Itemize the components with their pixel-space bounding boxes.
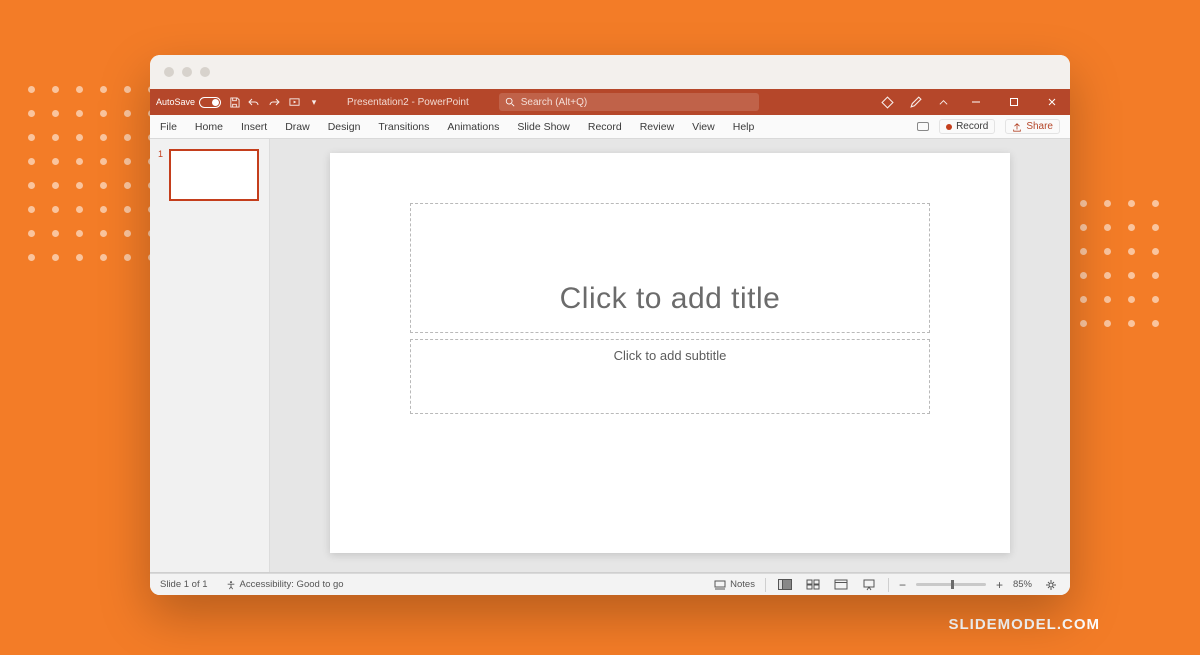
pen-icon[interactable] — [908, 95, 922, 109]
ribbon-options-icon[interactable] — [936, 95, 950, 109]
maximize-button[interactable] — [1002, 97, 1026, 107]
accessibility-icon — [226, 580, 236, 590]
tab-record[interactable]: Record — [588, 121, 622, 133]
zoom-out-button[interactable]: − — [899, 578, 906, 592]
slideshow-view-button[interactable] — [860, 578, 878, 592]
fit-to-window-button[interactable] — [1042, 578, 1060, 592]
title-placeholder[interactable]: Click to add title — [410, 203, 930, 333]
thumbnail-preview — [169, 149, 259, 201]
autosave-toggle[interactable]: AutoSave — [156, 97, 221, 108]
browser-frame: AutoSave ▾ Presentation2 - PowerPoint Se… — [150, 55, 1070, 595]
tab-file[interactable]: File — [160, 121, 177, 133]
share-icon — [1012, 122, 1022, 132]
tab-design[interactable]: Design — [328, 121, 361, 133]
tab-transitions[interactable]: Transitions — [378, 121, 429, 133]
notes-button[interactable]: Notes — [714, 579, 755, 590]
tab-slide-show[interactable]: Slide Show — [517, 121, 570, 133]
zoom-slider-thumb — [951, 580, 954, 589]
brand-watermark: SLIDEMODEL.COM — [949, 616, 1101, 633]
slide-sorter-button[interactable] — [804, 578, 822, 592]
record-label: Record — [956, 121, 988, 132]
toggle-icon — [199, 97, 221, 108]
powerpoint-app: AutoSave ▾ Presentation2 - PowerPoint Se… — [150, 89, 1070, 595]
slide-thumbnail-panel: 1 — [150, 139, 270, 572]
slide-counter: Slide 1 of 1 — [160, 579, 208, 590]
tab-help[interactable]: Help — [733, 121, 755, 133]
ribbon-tabs: File Home Insert Draw Design Transitions… — [150, 115, 1070, 139]
subtitle-placeholder[interactable]: Click to add subtitle — [410, 339, 930, 414]
autosave-label: AutoSave — [156, 97, 195, 107]
tab-view[interactable]: View — [692, 121, 715, 133]
browser-tabbar — [150, 55, 1070, 89]
save-icon[interactable] — [227, 95, 241, 109]
diamond-icon[interactable] — [880, 95, 894, 109]
zoom-in-button[interactable]: + — [996, 578, 1003, 592]
tab-animations[interactable]: Animations — [447, 121, 499, 133]
close-button[interactable] — [1040, 97, 1064, 107]
tab-draw[interactable]: Draw — [285, 121, 310, 133]
document-title: Presentation2 - PowerPoint — [347, 97, 469, 108]
start-from-beginning-icon[interactable] — [287, 95, 301, 109]
normal-view-button[interactable] — [776, 578, 794, 592]
comments-icon[interactable] — [917, 122, 929, 131]
traffic-light-icon — [200, 67, 210, 77]
slide-thumbnail[interactable]: 1 — [158, 149, 261, 201]
status-bar: Slide 1 of 1 Accessibility: Good to go N… — [150, 573, 1070, 595]
tab-review[interactable]: Review — [640, 121, 674, 133]
redo-icon[interactable] — [267, 95, 281, 109]
traffic-light-icon — [164, 67, 174, 77]
traffic-light-icon — [182, 67, 192, 77]
title-placeholder-text: Click to add title — [560, 282, 781, 316]
subtitle-placeholder-text: Click to add subtitle — [614, 348, 727, 363]
minimize-button[interactable] — [964, 97, 988, 107]
zoom-level[interactable]: 85% — [1013, 579, 1032, 590]
slide[interactable]: Click to add title Click to add subtitle — [330, 153, 1010, 553]
workspace: 1 Click to add title Click to add subtit… — [150, 139, 1070, 573]
reading-view-button[interactable] — [832, 578, 850, 592]
record-button[interactable]: Record — [939, 119, 995, 134]
qat-dropdown-icon[interactable]: ▾ — [307, 95, 321, 109]
divider — [888, 578, 889, 592]
search-icon — [505, 97, 515, 107]
divider — [765, 578, 766, 592]
slide-canvas-area: Click to add title Click to add subtitle — [270, 139, 1070, 572]
tab-insert[interactable]: Insert — [241, 121, 267, 133]
share-label: Share — [1026, 121, 1053, 132]
accessibility-status[interactable]: Accessibility: Good to go — [226, 579, 344, 590]
undo-icon[interactable] — [247, 95, 261, 109]
tab-home[interactable]: Home — [195, 121, 223, 133]
search-placeholder: Search (Alt+Q) — [521, 97, 587, 108]
zoom-slider[interactable] — [916, 583, 986, 586]
share-button[interactable]: Share — [1005, 119, 1060, 134]
record-dot-icon — [946, 124, 952, 130]
search-input[interactable]: Search (Alt+Q) — [499, 93, 759, 111]
notes-icon — [714, 580, 726, 590]
title-bar: AutoSave ▾ Presentation2 - PowerPoint Se… — [150, 89, 1070, 115]
thumbnail-number: 1 — [158, 149, 163, 201]
